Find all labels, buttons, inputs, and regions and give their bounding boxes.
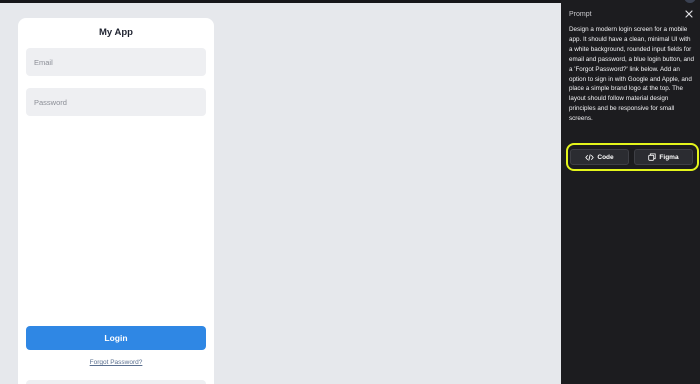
login-button[interactable]: Login [26, 326, 206, 350]
code-button[interactable]: Code [570, 149, 629, 165]
email-field[interactable] [26, 48, 206, 76]
close-icon [685, 10, 693, 18]
app-title: My App [99, 27, 133, 38]
avatar[interactable] [684, 0, 696, 3]
code-icon [585, 153, 595, 161]
figma-button[interactable]: Figma [634, 149, 693, 165]
password-field[interactable] [26, 88, 206, 116]
copy-frame-icon [648, 153, 657, 161]
code-button-label: Code [597, 153, 614, 161]
phone-preview: My App Login Forgot Password? [18, 18, 214, 384]
figma-button-label: Figma [659, 153, 679, 161]
close-button[interactable] [684, 9, 694, 19]
prompt-text: Design a modern login screen for a mobil… [569, 26, 694, 123]
prompt-panel: Prompt Design a modern login screen for … [561, 0, 700, 384]
social-signin-button[interactable] [26, 380, 206, 384]
forgot-password-link[interactable]: Forgot Password? [18, 359, 214, 366]
panel-title: Prompt [569, 11, 592, 18]
